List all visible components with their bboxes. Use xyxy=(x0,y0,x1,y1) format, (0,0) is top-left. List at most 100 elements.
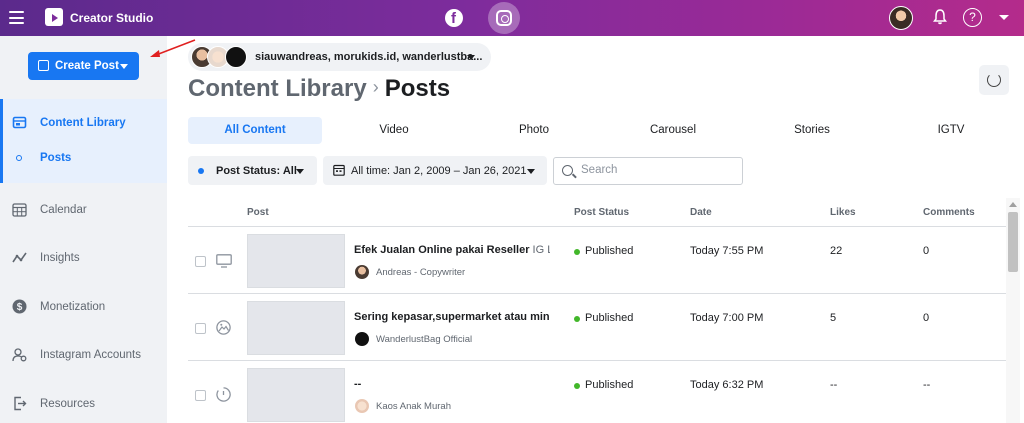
sidebar-item-monetization[interactable]: $ Monetization xyxy=(0,292,167,322)
post-date: Today 7:55 PM xyxy=(690,245,764,257)
chevron-down-icon xyxy=(467,55,475,60)
refresh-button[interactable] xyxy=(979,65,1009,95)
caret-down-icon[interactable] xyxy=(999,15,1009,20)
dollar-icon: $ xyxy=(12,299,27,314)
tab-stories[interactable]: Stories xyxy=(747,117,877,144)
scroll-up-icon[interactable] xyxy=(1009,202,1017,207)
sidebar-item-calendar[interactable]: Calendar xyxy=(0,195,167,225)
resources-icon xyxy=(14,396,27,411)
tab-carousel[interactable]: Carousel xyxy=(608,117,738,144)
column-header-date[interactable]: Date xyxy=(690,207,712,218)
account-selector[interactable]: siauwandreas, morukids.id, wanderlustba.… xyxy=(188,43,491,71)
status-badge: Published xyxy=(585,379,634,391)
chevron-down-icon xyxy=(296,169,304,174)
column-header-post: Post xyxy=(247,207,269,218)
avatar xyxy=(355,332,369,346)
table-row[interactable]: -- Kaos Anak Murah Published Today 6:32 … xyxy=(188,361,1006,423)
date-range-filter[interactable]: All time: Jan 2, 2009 – Jan 26, 2021 xyxy=(323,156,547,185)
post-date: Today 7:00 PM xyxy=(690,312,764,324)
content-type-tabs: All Content Video Photo Carousel Stories… xyxy=(188,117,1008,144)
create-post-button[interactable]: Create Post xyxy=(28,52,139,80)
sidebar-item-label: Calendar xyxy=(40,204,87,216)
calendar-icon xyxy=(333,164,345,176)
app-title: Creator Studio xyxy=(70,11,154,25)
bell-icon[interactable] xyxy=(933,9,947,25)
accounts-gear-icon xyxy=(12,348,27,362)
profile-avatar[interactable] xyxy=(889,6,913,30)
avatar xyxy=(355,399,369,413)
post-likes: 22 xyxy=(830,245,843,257)
post-status-filter[interactable]: Post Status: All xyxy=(188,156,317,185)
post-author: Kaos Anak Murah xyxy=(376,401,451,412)
search-input[interactable] xyxy=(581,164,731,176)
post-likes: 5 xyxy=(830,312,837,324)
facebook-icon[interactable] xyxy=(445,9,463,27)
post-author: WanderlustBag Official xyxy=(376,334,473,345)
tab-igtv[interactable]: IGTV xyxy=(886,117,1016,144)
breadcrumb-separator: › xyxy=(372,77,379,97)
tab-video[interactable]: Video xyxy=(329,117,459,144)
post-comments: 0 xyxy=(923,245,930,257)
post-thumbnail[interactable] xyxy=(247,234,345,288)
scrollbar-thumb[interactable] xyxy=(1008,212,1018,272)
post-author: Andreas - Copywriter xyxy=(376,267,466,278)
create-post-label: Create Post xyxy=(55,60,119,72)
avatar xyxy=(355,265,369,279)
content-library-icon xyxy=(12,116,27,129)
scrollbar[interactable] xyxy=(1006,198,1020,423)
sidebar-item-insights[interactable]: Insights xyxy=(0,243,167,273)
row-checkbox[interactable] xyxy=(195,256,206,267)
refresh-icon xyxy=(987,73,1001,87)
sidebar-item-content-library[interactable]: Content Library xyxy=(0,108,167,138)
row-checkbox[interactable] xyxy=(195,323,206,334)
column-header-likes[interactable]: Likes xyxy=(830,207,856,218)
calendar-icon xyxy=(12,203,27,217)
help-icon[interactable]: ? xyxy=(963,8,982,27)
sidebar-item-label: Posts xyxy=(40,152,72,164)
post-caption[interactable]: Sering kepasar,supermarket atau mini... xyxy=(354,311,550,323)
date-range-label: All time: Jan 2, 2009 – Jan 26, 2021 xyxy=(351,165,527,177)
sidebar-item-label: Insights xyxy=(40,252,80,264)
tab-all-content[interactable]: All Content xyxy=(188,117,322,144)
sidebar-item-label: Monetization xyxy=(40,301,106,313)
sidebar-item-instagram-accounts[interactable]: Instagram Accounts xyxy=(0,340,167,370)
top-bar: Creator Studio ? xyxy=(0,0,1024,36)
caption-text: Efek Jualan Online pakai Reseller xyxy=(354,244,530,256)
svg-text:$: $ xyxy=(17,302,23,313)
published-dot-icon xyxy=(574,383,580,389)
monitor-icon xyxy=(216,254,232,268)
table-row[interactable]: Efek Jualan Online pakai Reseller IG Liv… xyxy=(188,227,1006,294)
tab-photo[interactable]: Photo xyxy=(469,117,599,144)
post-comments: -- xyxy=(923,379,931,391)
sidebar-item-label: Instagram Accounts xyxy=(40,349,141,361)
account-names: siauwandreas, morukids.id, wanderlustba.… xyxy=(255,51,483,63)
post-status-label: Post Status: All xyxy=(216,165,297,177)
insights-icon xyxy=(12,252,27,263)
page-title: Posts xyxy=(384,75,451,102)
chevron-down-icon xyxy=(527,169,535,174)
sidebar-item-resources[interactable]: Resources xyxy=(0,389,167,419)
row-checkbox[interactable] xyxy=(195,390,206,401)
photo-icon xyxy=(216,320,231,335)
column-header-comments[interactable]: Comments xyxy=(923,207,975,218)
sidebar-item-label: Resources xyxy=(40,398,95,410)
instagram-tab[interactable] xyxy=(488,2,520,34)
post-caption[interactable]: -- xyxy=(354,378,550,390)
table-row[interactable]: Sering kepasar,supermarket atau mini... … xyxy=(188,294,1006,361)
published-dot-icon xyxy=(574,316,580,322)
status-dot-icon xyxy=(198,168,204,174)
post-thumbnail[interactable] xyxy=(247,368,345,422)
post-thumbnail[interactable] xyxy=(247,301,345,355)
search-field[interactable] xyxy=(553,157,743,185)
instagram-icon xyxy=(496,10,512,26)
sidebar-item-posts[interactable]: Posts xyxy=(0,143,167,173)
breadcrumb-parent[interactable]: Content Library xyxy=(188,75,367,102)
sidebar: Create Post Content Library Posts Calend… xyxy=(0,36,167,423)
sidebar-item-label: Content Library xyxy=(40,117,126,129)
column-header-status[interactable]: Post Status xyxy=(574,207,629,218)
status-badge: Published xyxy=(585,245,634,257)
hamburger-menu-icon[interactable] xyxy=(9,11,24,24)
post-comments: 0 xyxy=(923,312,930,324)
caption-text: Sering kepasar,supermarket atau mini... xyxy=(354,311,550,323)
post-caption[interactable]: Efek Jualan Online pakai Reseller IG Liv… xyxy=(354,244,550,256)
